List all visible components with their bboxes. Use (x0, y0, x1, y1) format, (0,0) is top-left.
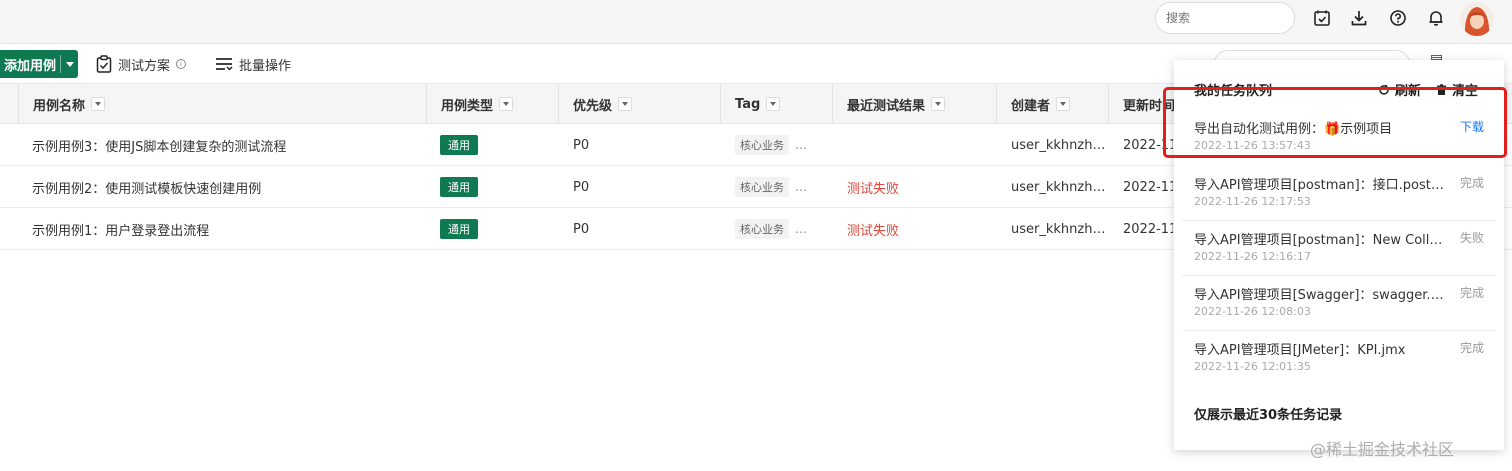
tag-more[interactable]: … (795, 138, 807, 152)
add-case-button[interactable]: 添加用例 (0, 50, 78, 78)
list-icon (216, 58, 233, 71)
highlight-box (1163, 87, 1507, 158)
task-time: 2022-11-26 12:08:03 (1194, 305, 1311, 318)
task-queue-footer: 仅展示最近30条任务记录 (1194, 408, 1343, 423)
batch-operation-label: 批量操作 (239, 58, 292, 74)
task-name: 导入API管理项目[Swagger]：swagger.json (1194, 288, 1444, 303)
task-time: 2022-11-26 12:01:35 (1194, 360, 1311, 373)
help-icon[interactable] (1386, 6, 1410, 30)
column-label: Tag (735, 96, 761, 112)
download-icon[interactable] (1347, 6, 1371, 30)
priority: P0 (573, 137, 590, 153)
task-status: 失败 (1459, 231, 1484, 245)
batch-operation-button[interactable]: 批量操作 (215, 53, 291, 75)
chevron-down-icon[interactable] (66, 61, 74, 67)
column-header-priority[interactable]: 优先级 (558, 84, 720, 124)
sort-icon[interactable] (618, 97, 633, 111)
column-label: 优先级 (573, 98, 613, 114)
watermark: @稀土掘金技术社区 (1310, 440, 1455, 459)
tag-cell: 核心业务 … (735, 208, 807, 250)
clipboard-check-icon (96, 55, 112, 73)
creator: user_kkhnzh… (1011, 137, 1105, 153)
case-type-badge: 通用 (440, 135, 478, 155)
priority: P0 (573, 221, 590, 237)
task-name: 导入API管理项目[postman]：New Collection.json (1194, 233, 1444, 248)
case-name[interactable]: 示例用例3：使用JS脚本创建复杂的测试流程 (32, 124, 422, 166)
priority: P0 (573, 179, 590, 195)
task-status: 完成 (1459, 176, 1484, 190)
add-case-label: 添加用例 (3, 58, 56, 74)
column-label: 用例名称 (33, 98, 86, 114)
task-name: 导入API管理项目[JMeter]：KPI.jmx (1194, 343, 1406, 358)
column-header-tag[interactable]: Tag (720, 84, 832, 124)
updated-time: 2022-11 (1123, 221, 1173, 237)
creator: user_kkhnzh… (1011, 179, 1105, 195)
case-type-cell: 通用 (440, 166, 478, 208)
button-divider (60, 55, 61, 73)
tag-more[interactable]: … (795, 180, 807, 194)
column-header-result[interactable]: 最近测试结果 (832, 84, 996, 124)
creator: user_kkhnzh… (1011, 221, 1105, 237)
sort-icon[interactable] (499, 97, 514, 111)
case-name[interactable]: 示例用例1：用户登录登出流程 (32, 208, 422, 250)
case-type-cell: 通用 (440, 124, 478, 166)
task-item[interactable]: 导入API管理项目[JMeter]：KPI.jmx 2022-11-26 12:… (1182, 330, 1496, 378)
sort-icon[interactable] (766, 97, 781, 111)
sort-icon[interactable] (91, 97, 106, 111)
column-label: 用例类型 (441, 98, 494, 114)
test-result: 测试失败 (847, 181, 900, 197)
column-header-type[interactable]: 用例类型 (426, 84, 558, 124)
case-type-badge: 通用 (440, 177, 478, 197)
top-header (0, 0, 1512, 44)
task-item[interactable]: 导入API管理项目[postman]：New Collection.json 2… (1182, 220, 1496, 268)
task-name: 导入API管理项目[postman]：接口.postman_collection… (1194, 178, 1444, 193)
task-time: 2022-11-26 12:16:17 (1194, 250, 1311, 263)
tag: 核心业务 (735, 177, 789, 197)
case-type-cell: 通用 (440, 208, 478, 250)
updated-time: 2022-11 (1123, 179, 1173, 195)
column-header-name[interactable]: 用例名称 (18, 84, 426, 124)
tag: 核心业务 (735, 135, 789, 155)
bell-icon[interactable] (1424, 6, 1448, 30)
task-item[interactable]: 导入API管理项目[Swagger]：swagger.json 2022-11-… (1182, 275, 1496, 323)
test-plan-button[interactable]: 测试方案 i (96, 53, 187, 75)
task-item[interactable]: 导入API管理项目[postman]：接口.postman_collection… (1182, 166, 1496, 214)
column-label: 最近测试结果 (847, 98, 926, 114)
tag: 核心业务 (735, 219, 789, 239)
sort-icon[interactable] (931, 97, 946, 111)
test-result: 测试失败 (847, 223, 900, 239)
column-label: 创建者 (1011, 98, 1051, 114)
case-name[interactable]: 示例用例2：使用测试模板快速创建用例 (32, 166, 422, 208)
global-search-input[interactable] (1155, 2, 1295, 34)
calendar-check-icon[interactable] (1310, 6, 1334, 30)
task-status: 完成 (1459, 286, 1484, 300)
test-plan-label: 测试方案 (118, 58, 171, 74)
info-icon: i (176, 59, 187, 69)
case-type-badge: 通用 (440, 219, 478, 239)
sort-icon[interactable] (1056, 97, 1071, 111)
tag-cell: 核心业务 … (735, 166, 807, 208)
column-header-creator[interactable]: 创建者 (996, 84, 1108, 124)
tag-more[interactable]: … (795, 222, 807, 236)
tag-cell: 核心业务 … (735, 124, 807, 166)
task-time: 2022-11-26 12:17:53 (1194, 195, 1311, 208)
task-status: 完成 (1459, 341, 1484, 355)
avatar[interactable] (1460, 2, 1494, 36)
